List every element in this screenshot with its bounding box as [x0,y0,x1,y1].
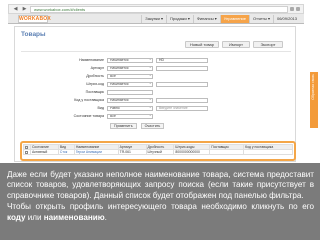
menu-item-reports[interactable]: Отчеты ▾ [249,14,273,23]
forward-icon[interactable]: ▶ [21,6,28,12]
cell-state: Активный [29,149,59,155]
app-header: WORKABOX Закупки ▾ Продажи ▾ Финансы ▾ У… [8,14,304,24]
table-header-row: Состояние Вид Наименование Артикул Дробн… [23,144,293,150]
caption-text: Чтобы открыть профиль интересующего това… [7,202,314,212]
page-title: Товары [21,31,46,38]
kind-input[interactable]: Введите значение [156,105,208,111]
filter-row-barcode: Штрих-код Начинается [15,81,208,87]
cell-barcode: 8000000000000 [173,149,211,155]
cell-supplier [209,149,245,155]
filter-label: Код у поставщика [74,98,104,102]
filter-label: Наименование [79,58,104,62]
star-icon[interactable] [290,7,294,11]
clear-button[interactable]: Очистить [140,123,165,129]
name-input[interactable]: HD [156,57,208,63]
browser-icons [290,7,300,11]
caption-text: или [25,212,44,222]
article-operator-select[interactable]: Начинается [107,65,153,71]
caption-paragraph-1: Даже если будет указано неполное наимено… [7,170,314,200]
name-operator-select[interactable]: Начинается [107,57,153,63]
filter-label: Состояние товара [73,114,104,118]
apply-button[interactable]: Применить [110,123,137,129]
filter-row-article: Артикул Начинается [15,65,208,71]
caption-bold-code: коду [7,212,26,222]
address-bar[interactable]: www.workabox.com/#/clients [30,5,288,13]
barcode-input[interactable] [156,81,208,87]
feedback-tab[interactable]: Обратная связь [310,72,318,128]
filter-row-kind: Вид Равно Введите значение [15,105,208,111]
filter-row-supplier-code: Код у поставщика Начинается [15,97,208,103]
kind-operator-select[interactable]: Равно [107,105,153,111]
filter-label: Вид [97,106,104,110]
filter-label: Штрих-код [86,82,104,86]
article-input[interactable] [156,65,208,71]
caption-bold-name: наименованию [43,212,105,222]
menu-item-sales[interactable]: Продажи ▾ [166,14,193,23]
barcode-operator-select[interactable]: Начинается [107,81,153,87]
export-button[interactable]: Экспорт [253,41,283,48]
import-button[interactable]: Импорт [222,41,250,48]
filter-label: Артикул [90,66,104,70]
back-icon[interactable]: ◀ [12,6,19,12]
filter-label: Дробность [86,74,104,78]
filter-actions: Применить Очистить [110,123,168,129]
menu-icon[interactable] [296,7,300,11]
logo[interactable]: WORKABOX [18,14,51,23]
filter-row-name: Наименование Начинается HD [15,57,208,63]
menu-item-purchases[interactable]: Закупки ▾ [141,14,166,23]
caption-panel: Даже если будет указано неполное наимено… [0,163,320,240]
filter-row-supplier: Поставщик [15,89,153,95]
table-row[interactable]: Активный Сток Герои Анимации ТЯ-061 Штуч… [23,149,293,155]
supplier-input[interactable] [107,89,153,95]
results-table: Состояние Вид Наименование Артикул Дробн… [23,144,293,155]
feedback-tab-label: Обратная связь [311,74,315,100]
caption-paragraph-2: Чтобы открыть профиль интересующего това… [7,202,314,223]
new-product-button[interactable]: Новый товар [185,41,219,48]
menu-item-management[interactable]: Управление [219,14,250,23]
fraction-select[interactable]: Все [107,73,153,79]
cell-fraction: Штучный [145,149,175,155]
main-menu: Закупки ▾ Продажи ▾ Финансы ▾ Управление… [141,14,300,23]
cell-supplier-code [243,149,293,155]
cell-name-link[interactable]: Герои Анимации [73,149,119,155]
menu-item-finance[interactable]: Финансы ▾ [192,14,220,23]
caption-text: . [104,212,107,222]
cell-kind[interactable]: Сток [57,149,75,155]
filter-row-fraction: Дробность Все [15,73,153,79]
state-select[interactable]: Все [107,113,153,119]
cell-article: ТЯ-061 [117,149,147,155]
supplier-code-operator-select[interactable]: Начинается [107,97,153,103]
menu-item-date[interactable]: 06/09/2013 [272,14,300,23]
row-checkbox[interactable] [23,149,31,155]
browser-toolbar: ◀ ▶ www.workabox.com/#/clients [8,4,304,14]
filter-label: Поставщик [85,90,104,94]
divider [21,51,291,52]
supplier-code-input[interactable] [156,97,208,103]
filter-row-state: Состояние товара Все [15,113,153,119]
